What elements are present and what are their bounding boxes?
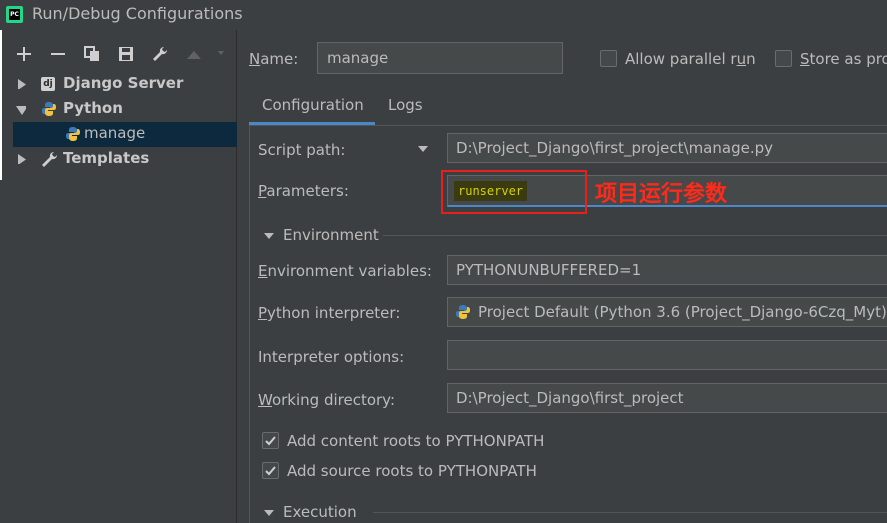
env-vars-input[interactable]: PYTHONUNBUFFERED=1 (447, 255, 887, 285)
configuration-form: Script path: D:\Project_Django\first_pro… (249, 125, 887, 523)
annotation-text: 项目运行参数 (595, 182, 728, 207)
python-icon (42, 102, 56, 116)
django-icon: dj (41, 77, 55, 91)
annotation-highlight-box (441, 170, 587, 214)
execution-collapse-icon[interactable] (264, 510, 274, 516)
wrench-icon (42, 151, 58, 167)
add-content-roots-checkbox[interactable] (262, 432, 279, 449)
section-divider (373, 512, 887, 513)
environment-section-header[interactable]: Environment (283, 226, 379, 244)
name-label: Name: (249, 50, 299, 68)
interpreter-options-label: Interpreter options: (258, 348, 405, 366)
tree-item-label: manage (84, 124, 146, 142)
script-path-label: Script path: (258, 141, 346, 159)
add-source-roots-label[interactable]: Add source roots to PYTHONPATH (287, 462, 537, 480)
name-input[interactable]: manage (317, 42, 563, 74)
script-path-input[interactable]: D:\Project_Django\first_project\manage.p… (447, 133, 887, 163)
chevron-right-icon[interactable] (17, 79, 27, 89)
configuration-editor: Name: manage Allow parallel run Store as… (238, 30, 887, 523)
python-icon (456, 305, 470, 319)
tab-logs[interactable]: Logs (388, 96, 423, 114)
tree-item-label: Django Server (63, 74, 184, 92)
execution-section-header[interactable]: Execution (283, 503, 357, 521)
section-divider (383, 235, 887, 236)
working-directory-label: Working directory: (258, 391, 396, 409)
arrow-down-icon (218, 51, 224, 55)
tab-configuration[interactable]: Configuration (262, 96, 364, 114)
save-configuration-button[interactable] (116, 44, 136, 64)
env-vars-label: Environment variables: (258, 262, 432, 280)
tree-item-label: Templates (63, 149, 150, 167)
configurations-sidebar: dj Django Server Python manage Templates (0, 30, 237, 523)
copy-icon (84, 46, 99, 61)
environment-collapse-icon[interactable] (264, 233, 274, 239)
sidebar-toolbar (14, 44, 224, 64)
config-tabs: Configuration Logs (238, 90, 887, 125)
move-down-button[interactable] (218, 44, 224, 64)
checkmark-icon (265, 466, 276, 476)
chevron-right-icon[interactable] (17, 154, 27, 164)
add-source-roots-checkbox[interactable] (262, 462, 279, 479)
window-edge (0, 30, 2, 180)
tree-item-templates[interactable]: Templates (0, 147, 237, 172)
remove-configuration-button[interactable] (48, 44, 68, 64)
script-path-dropdown-icon[interactable] (418, 146, 428, 152)
python-interpreter-label: Python interpreter: (258, 304, 401, 322)
tree-item-python[interactable]: Python (0, 97, 237, 122)
title-bar: PC Run/Debug Configurations (0, 0, 887, 30)
python-icon (66, 127, 80, 141)
pycharm-app-icon: PC (6, 6, 23, 23)
checkmark-icon (265, 436, 276, 446)
tree-item-label: Python (63, 99, 123, 117)
copy-configuration-button[interactable] (82, 44, 102, 64)
store-as-project-file-label[interactable]: Store as pro (800, 50, 887, 68)
allow-parallel-run-label[interactable]: Allow parallel run (625, 50, 756, 68)
tree-item-manage[interactable]: manage (13, 122, 237, 147)
plus-icon (17, 47, 31, 61)
python-interpreter-value: Project Default (Python 3.6 (Project_Dja… (478, 303, 887, 321)
wrench-icon (153, 46, 168, 61)
allow-parallel-run-checkbox[interactable] (600, 50, 617, 67)
add-content-roots-label[interactable]: Add content roots to PYTHONPATH (287, 432, 544, 450)
chevron-down-icon[interactable] (16, 105, 26, 115)
add-configuration-button[interactable] (14, 44, 34, 64)
working-directory-input[interactable]: D:\Project_Django\first_project (447, 383, 887, 413)
tree-item-django-server[interactable]: dj Django Server (0, 72, 237, 97)
configurations-tree: dj Django Server Python manage Templates (0, 72, 237, 172)
arrow-up-icon (187, 51, 201, 59)
window-title: Run/Debug Configurations (32, 4, 243, 23)
edit-templates-button[interactable] (150, 44, 170, 64)
minus-icon (51, 53, 65, 55)
parameters-label: Parameters: (258, 182, 349, 200)
move-up-button[interactable] (184, 44, 204, 64)
save-icon (119, 47, 133, 61)
python-interpreter-select[interactable]: Project Default (Python 3.6 (Project_Dja… (447, 297, 887, 327)
store-as-project-file-checkbox[interactable] (775, 50, 792, 67)
interpreter-options-input[interactable] (447, 340, 887, 370)
